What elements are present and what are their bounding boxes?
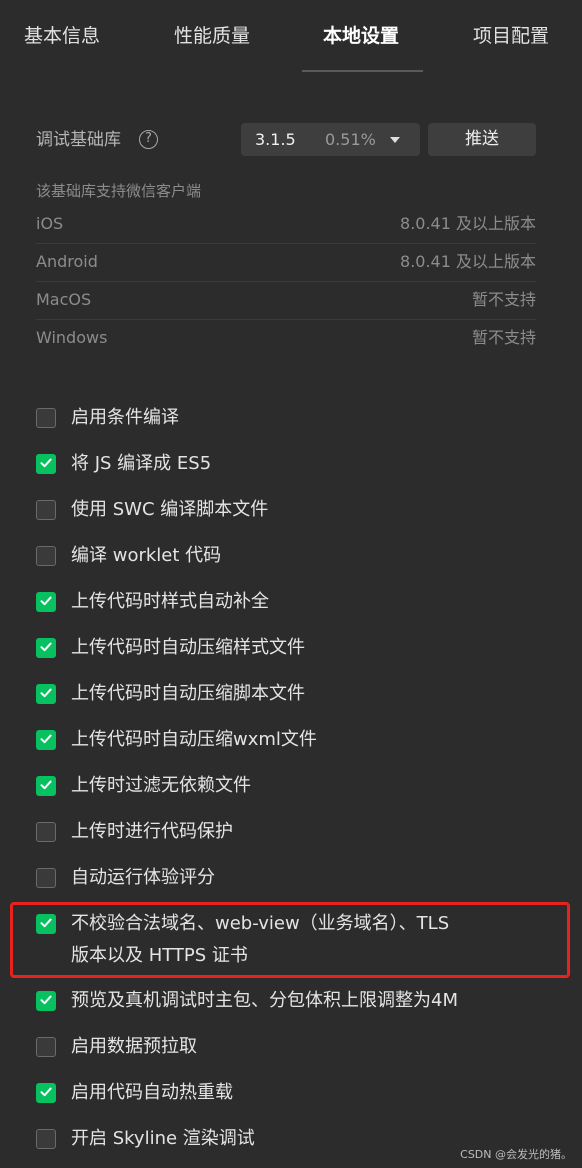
support-row-macos: MacOS 暂不支持 xyxy=(36,281,536,319)
tab-performance-quality[interactable]: 性能质量 xyxy=(174,0,250,72)
question-circle-icon[interactable]: ? xyxy=(139,130,158,149)
checkbox[interactable] xyxy=(36,914,56,934)
check-icon xyxy=(40,596,52,606)
lib-version-select[interactable]: 3.1.5 0.51% xyxy=(241,123,420,156)
option-label: 上传代码时自动压缩样式文件 xyxy=(71,637,305,658)
checkbox[interactable] xyxy=(36,408,56,428)
option-label: 开启 Skyline 渲染调试 xyxy=(71,1128,255,1149)
settings-panel: 基本信息 性能质量 本地设置 项目配置 调试基础库 ? 3.1.5 0.51% … xyxy=(0,0,582,1168)
option-label: 预览及真机调试时主包、分包体积上限调整为4M xyxy=(71,990,458,1011)
active-tab-indicator xyxy=(302,70,423,72)
option-worklet-compile[interactable]: 编译 worklet 代码 xyxy=(36,540,556,570)
check-icon xyxy=(40,688,52,698)
option-minify-script[interactable]: 上传代码时自动压缩脚本文件 xyxy=(36,678,556,708)
caret-down-icon xyxy=(390,137,400,143)
option-label: 上传时进行代码保护 xyxy=(71,821,233,842)
checkbox[interactable] xyxy=(36,1083,56,1103)
support-version: 暂不支持 xyxy=(471,290,536,309)
lib-version-value: 3.1.5 xyxy=(255,130,296,149)
support-heading: 该基础库支持微信客户端 xyxy=(36,182,202,200)
support-version: 8.0.41 及以上版本 xyxy=(400,252,536,271)
option-label: 上传时过滤无依赖文件 xyxy=(71,775,251,796)
support-row-android: Android 8.0.41 及以上版本 xyxy=(36,243,536,281)
tab-bar: 基本信息 性能质量 本地设置 项目配置 xyxy=(0,0,582,72)
option-minify-wxml[interactable]: 上传代码时自动压缩wxml文件 xyxy=(36,724,556,754)
support-row-ios: iOS 8.0.41 及以上版本 xyxy=(36,205,536,243)
checkbox[interactable] xyxy=(36,454,56,474)
option-auto-audit[interactable]: 自动运行体验评分 xyxy=(36,862,556,892)
option-label-line2: 版本以及 HTTPS 证书 xyxy=(71,945,248,966)
checkbox[interactable] xyxy=(36,1037,56,1057)
option-label: 编译 worklet 代码 xyxy=(71,545,222,566)
option-label: 启用条件编译 xyxy=(71,407,179,428)
support-platform: Android xyxy=(36,252,98,271)
option-label: 将 JS 编译成 ES5 xyxy=(71,453,212,474)
watermark: CSDN @会发光的猪。 xyxy=(460,1148,572,1161)
check-icon xyxy=(40,780,52,790)
debug-lib-label: 调试基础库 xyxy=(36,130,121,150)
checkbox[interactable] xyxy=(36,776,56,796)
check-icon xyxy=(40,995,52,1005)
support-platform: iOS xyxy=(36,214,64,233)
support-version: 8.0.41 及以上版本 xyxy=(400,214,536,233)
debug-lib-row: 调试基础库 ? 3.1.5 0.51% 推送 xyxy=(36,122,536,158)
option-label-line1: 不校验合法域名、web-view（业务域名）、TLS xyxy=(71,913,450,934)
tab-project-config[interactable]: 项目配置 xyxy=(473,0,549,72)
option-js-to-es5[interactable]: 将 JS 编译成 ES5 xyxy=(36,448,556,478)
option-label: 上传代码时自动压缩wxml文件 xyxy=(71,729,317,750)
option-label: 启用代码自动热重载 xyxy=(71,1082,233,1103)
option-conditional-compile[interactable]: 启用条件编译 xyxy=(36,402,556,432)
checkbox[interactable] xyxy=(36,546,56,566)
support-row-windows: Windows 暂不支持 xyxy=(36,319,536,357)
checkbox[interactable] xyxy=(36,684,56,704)
push-button[interactable]: 推送 xyxy=(428,123,536,156)
checkbox[interactable] xyxy=(36,638,56,658)
option-raise-package-limit[interactable]: 预览及真机调试时主包、分包体积上限调整为4M xyxy=(36,985,556,1015)
checkbox[interactable] xyxy=(36,730,56,750)
option-style-autoprefix[interactable]: 上传代码时样式自动补全 xyxy=(36,586,556,616)
checkbox[interactable] xyxy=(36,500,56,520)
check-icon xyxy=(40,918,52,928)
support-version: 暂不支持 xyxy=(471,328,536,347)
option-skip-domain-check[interactable]: 不校验合法域名、web-view（业务域名）、TLS 版本以及 HTTPS 证书 xyxy=(36,908,556,972)
checkbox[interactable] xyxy=(36,822,56,842)
option-label: 上传代码时样式自动补全 xyxy=(71,591,269,612)
tab-basic-info[interactable]: 基本信息 xyxy=(24,0,100,72)
check-icon xyxy=(40,458,52,468)
option-label: 使用 SWC 编译脚本文件 xyxy=(71,499,269,520)
check-icon xyxy=(40,734,52,744)
option-label: 启用数据预拉取 xyxy=(71,1036,197,1057)
checkbox[interactable] xyxy=(36,991,56,1011)
option-minify-style[interactable]: 上传代码时自动压缩样式文件 xyxy=(36,632,556,662)
support-platform: Windows xyxy=(36,328,108,347)
check-icon xyxy=(40,642,52,652)
option-label: 不校验合法域名、web-view（业务域名）、TLS 版本以及 HTTPS 证书 xyxy=(71,908,449,972)
support-platform: MacOS xyxy=(36,290,92,309)
option-filter-unused-files[interactable]: 上传时过滤无依赖文件 xyxy=(36,770,556,800)
checkbox[interactable] xyxy=(36,592,56,612)
option-label: 上传代码时自动压缩脚本文件 xyxy=(71,683,305,704)
tab-local-settings[interactable]: 本地设置 xyxy=(323,0,399,72)
checkbox[interactable] xyxy=(36,868,56,888)
option-code-protect[interactable]: 上传时进行代码保护 xyxy=(36,816,556,846)
option-swc-compile[interactable]: 使用 SWC 编译脚本文件 xyxy=(36,494,556,524)
lib-version-percent: 0.51% xyxy=(325,130,376,149)
checkbox[interactable] xyxy=(36,1129,56,1149)
option-hot-reload[interactable]: 启用代码自动热重载 xyxy=(36,1077,556,1107)
option-data-prefetch[interactable]: 启用数据预拉取 xyxy=(36,1031,556,1061)
option-label: 自动运行体验评分 xyxy=(71,867,215,888)
check-icon xyxy=(40,1087,52,1097)
